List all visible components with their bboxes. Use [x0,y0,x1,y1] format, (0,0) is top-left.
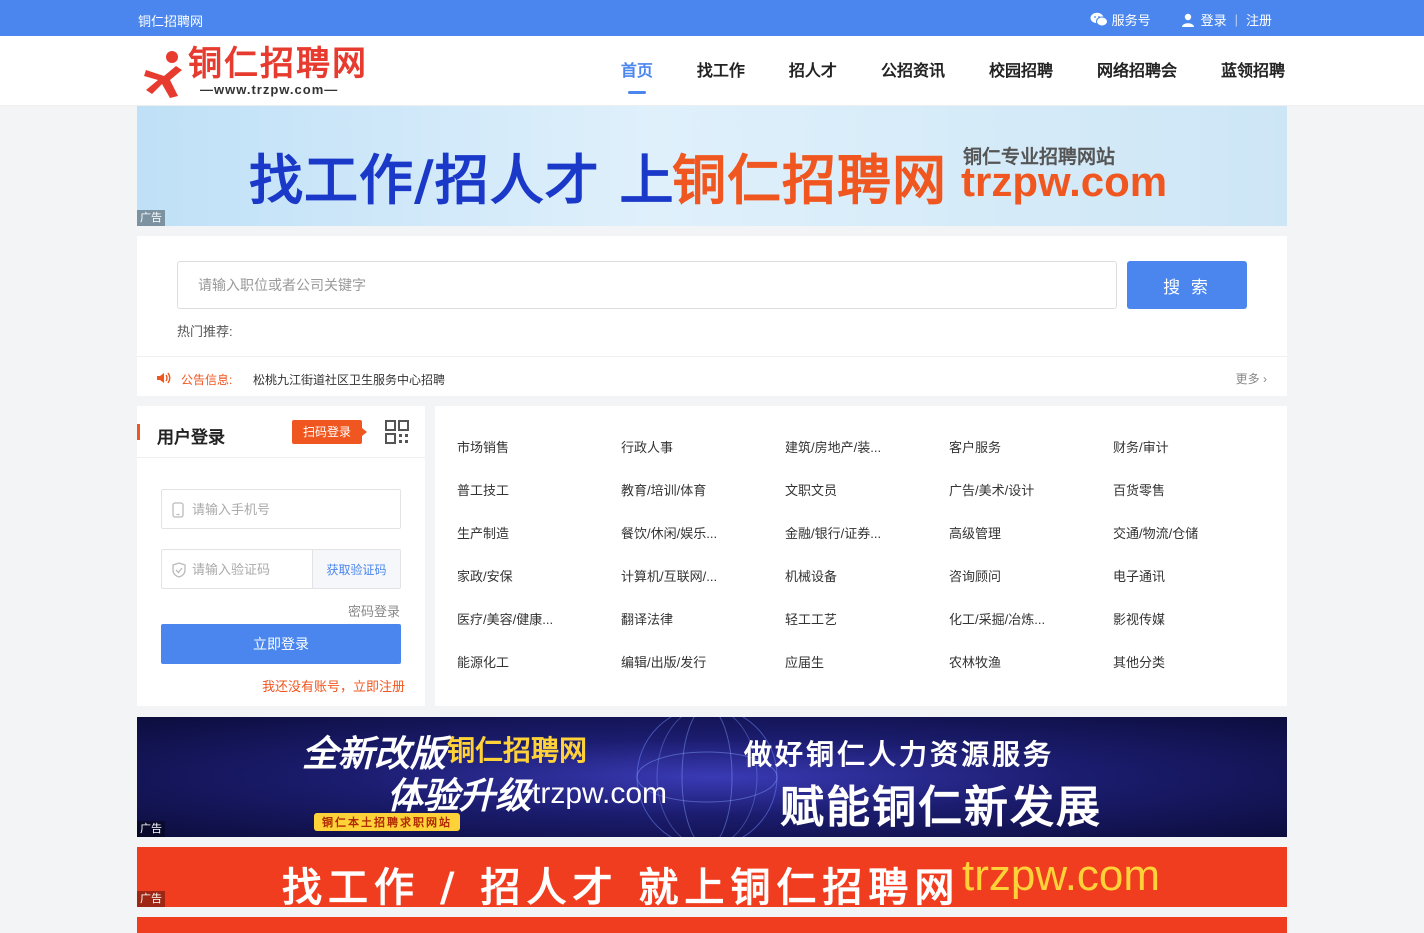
ad-label: 广告 [137,821,165,837]
search-section: 搜 索 热门推荐: 公告信息: 松桃九江街道社区卫生服务中心招聘 更多 › [137,236,1287,396]
running-man-logo-icon [144,51,182,98]
category-item[interactable]: 机械设备 [785,555,949,598]
nav-find-talent[interactable]: 招人才 [789,36,837,106]
category-item[interactable]: 咨询顾问 [949,555,1113,598]
phone-input[interactable] [192,490,342,528]
category-item[interactable]: 教育/培训/体育 [621,469,785,512]
category-item[interactable]: 医疗/美容/健康... [457,598,621,641]
search-button[interactable]: 搜 索 [1127,261,1247,309]
top-right-links: 服务号 登录 | 注册 [1090,10,1272,29]
banner-slogan-main: 找工作/招人才 上 [249,149,675,212]
service-account-link[interactable]: 服务号 [1090,10,1151,29]
speaker-icon [157,372,171,384]
nav-online-fair[interactable]: 网络招聘会 [1097,36,1177,106]
register-link[interactable]: 注册 [1246,10,1272,29]
banner2-right-line2: 赋能铜仁新发展 [780,782,1102,833]
login-link[interactable]: 登录 [1201,10,1227,29]
divider: | [1234,12,1238,27]
banner3-domain: trzpw.com [962,851,1161,900]
phone-icon [172,502,184,518]
code-field: 获取验证码 [161,549,401,589]
ad-banner-bottom[interactable]: 找工作 / 招人才 就上铜仁招聘网 trzpw.com 广告 [137,847,1287,907]
category-item[interactable]: 其他分类 [1113,641,1277,684]
search-input[interactable] [177,261,1117,309]
category-item[interactable]: 财务/审计 [1113,426,1277,469]
ad-banner-middle[interactable]: 全新改版 铜仁招聘网 体验升级 trzpw.com 铜仁本土招聘求职网站 做好铜… [137,717,1287,837]
header: 铜仁招聘网 —www.trzpw.com— 首页 找工作 招人才 公招资讯 校园… [0,36,1424,106]
banner2-domain: trzpw.com [532,777,668,810]
category-item[interactable]: 农林牧渔 [949,641,1113,684]
banner2-line1-brand: 铜仁招聘网 [447,734,588,767]
category-item[interactable]: 计算机/互联网/... [621,555,785,598]
login-header: 用户登录 扫码登录 [137,406,425,458]
notice-more-link[interactable]: 更多 › [1236,370,1267,387]
top-site-name: 铜仁招聘网 [138,14,204,29]
category-item[interactable]: 生产制造 [457,512,621,555]
category-item[interactable]: 广告/美术/设计 [949,469,1113,512]
category-item[interactable]: 编辑/出版/发行 [621,641,785,684]
category-item[interactable]: 翻译法律 [621,598,785,641]
qr-login-button[interactable]: 扫码登录 [292,420,368,444]
category-item[interactable]: 客户服务 [949,426,1113,469]
category-item[interactable]: 市场销售 [457,426,621,469]
category-item[interactable]: 高级管理 [949,512,1113,555]
category-item[interactable]: 建筑/房地产/装... [785,426,949,469]
category-grid: 市场销售 行政人事 建筑/房地产/装... 客户服务 财务/审计 普工技工 教育… [457,426,1277,684]
user-icon [1181,13,1194,27]
banner3-slogan: 找工作 / 招人才 就上铜仁招聘网 [282,865,961,907]
nav-public-recruitment[interactable]: 公招资讯 [881,36,945,106]
shield-icon [172,562,186,578]
password-login-link[interactable]: 密码登录 [348,601,400,620]
category-item[interactable]: 能源化工 [457,641,621,684]
service-account-label: 服务号 [1111,13,1151,28]
ad-banner-next[interactable] [137,917,1287,933]
category-item[interactable]: 家政/安保 [457,555,621,598]
category-item[interactable]: 百货零售 [1113,469,1277,512]
category-item[interactable]: 轻工工艺 [785,598,949,641]
banner2-right-line1: 做好铜仁人力资源服务 [744,738,1055,771]
ad-banner-top[interactable]: 找工作/招人才 上 铜仁招聘网 铜仁专业招聘网站 trzpw.com 广告 [137,106,1287,226]
banner-domain: trzpw.com [961,158,1168,205]
category-item[interactable]: 影视传媒 [1113,598,1277,641]
job-categories: 市场销售 行政人事 建筑/房地产/装... 客户服务 财务/审计 普工技工 教育… [435,406,1287,706]
main-nav: 首页 找工作 招人才 公招资讯 校园招聘 网络招聘会 蓝领招聘 [621,36,1285,106]
top-bar: 铜仁招聘网 服务号 登录 | 注册 [0,0,1424,36]
register-now-link[interactable]: 我还没有账号，立即注册 [262,676,405,695]
qr-code-icon[interactable] [385,420,409,444]
hot-recommend-label: 热门推荐: [177,324,233,339]
category-item[interactable]: 行政人事 [621,426,785,469]
notice-label: 公告信息: [181,373,233,387]
notice-item[interactable]: 松桃九江街道社区卫生服务中心招聘 [253,371,445,388]
site-logo[interactable]: 铜仁招聘网 —www.trzpw.com— [142,46,382,98]
nav-home[interactable]: 首页 [621,36,653,106]
nav-find-job[interactable]: 找工作 [697,36,745,106]
banner2-line2: 体验升级 [387,776,532,817]
category-item[interactable]: 餐饮/休闲/娱乐... [621,512,785,555]
category-item[interactable]: 交通/物流/仓储 [1113,512,1277,555]
banner-slogan-brand: 铜仁招聘网 [672,149,947,212]
login-panel: 用户登录 扫码登录 获取验证码 密码登录 立即登录 我还没有账号，立即注册 [137,406,425,706]
nav-campus[interactable]: 校园招聘 [989,36,1053,106]
login-submit-button[interactable]: 立即登录 [161,624,401,664]
ad-label: 广告 [137,891,165,907]
nav-blue-collar[interactable]: 蓝领招聘 [1221,36,1285,106]
category-item[interactable]: 应届生 [785,641,949,684]
category-item[interactable]: 化工/采掘/冶炼... [949,598,1113,641]
wechat-icon [1090,12,1108,27]
get-code-button[interactable]: 获取验证码 [312,550,400,588]
logo-url: —www.trzpw.com— [200,82,339,97]
category-item[interactable]: 普工技工 [457,469,621,512]
phone-field [161,489,401,529]
banner2-tag: 铜仁本土招聘求职网站 [314,813,460,831]
notice-bar: 公告信息: 松桃九江街道社区卫生服务中心招聘 更多 › [137,356,1287,396]
login-title: 用户登录 [157,428,225,447]
category-item[interactable]: 金融/银行/证券... [785,512,949,555]
ad-label: 广告 [137,210,165,226]
category-item[interactable]: 文职文员 [785,469,949,512]
category-item[interactable]: 电子通讯 [1113,555,1277,598]
title-accent-bar [137,424,140,440]
logo-name: 铜仁招聘网 [188,44,368,84]
